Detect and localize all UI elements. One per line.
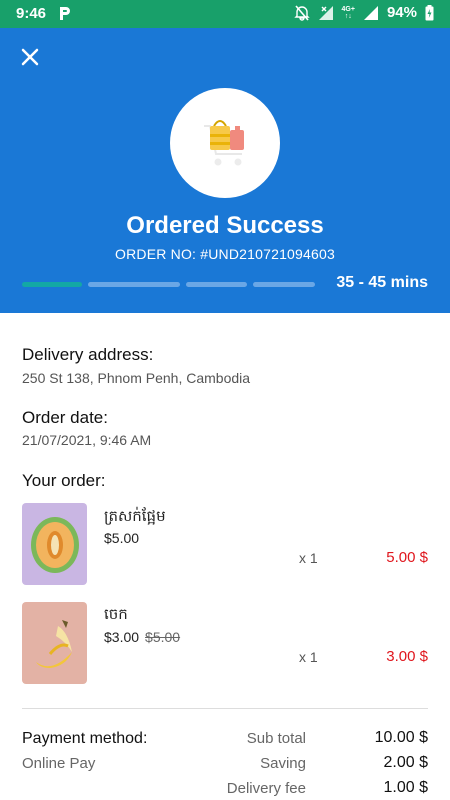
network-type: 4G+: [341, 5, 355, 13]
item-price: $3.00 $5.00: [104, 629, 180, 645]
delivery-address-label: Delivery address:: [22, 345, 154, 364]
melon-image: [22, 503, 87, 585]
progress-step-3: [186, 282, 247, 287]
banana-image: [22, 602, 87, 684]
network-arrows: ↑↓: [344, 12, 352, 20]
alarm-off-icon: [293, 4, 310, 21]
status-time: 9:46: [16, 5, 47, 22]
item-name: ត្រសក់ផ្អែម: [104, 508, 166, 525]
order-success-header: Ordered Success ORDER NO: #UND2107210946…: [0, 28, 450, 313]
order-number: ORDER NO: #UND210721094603: [115, 246, 335, 262]
item-total: 3.00 $: [386, 648, 428, 665]
subtotal-value: 10.00 $: [374, 729, 428, 746]
item-price: $5.00: [104, 530, 145, 546]
delivery-fee-label: Delivery fee: [226, 780, 306, 797]
item-total: 5.00 $: [386, 549, 428, 566]
status-bar: 9:46 4G+ ↑↓ 94%: [0, 0, 450, 28]
item-quantity: x 1: [299, 649, 318, 665]
item-current-price: $5.00: [104, 530, 140, 546]
progress-step-2: [88, 282, 180, 287]
divider: [22, 708, 428, 709]
saving-label: Saving: [260, 755, 306, 772]
item-quantity: x 1: [299, 550, 318, 566]
signal-icon-1: [318, 5, 333, 20]
success-illustration: [170, 88, 280, 198]
item-name: ចេក: [104, 606, 128, 623]
progress-step-1: [22, 282, 82, 287]
payment-method-value: Online Pay: [22, 755, 96, 772]
payment-method-label: Payment method:: [22, 730, 148, 747]
your-order-label: Your order:: [22, 471, 106, 490]
close-icon[interactable]: [18, 45, 42, 69]
delivery-progress: [22, 282, 315, 287]
delivery-eta: 35 - 45 mins: [336, 274, 428, 291]
battery-icon: [425, 4, 434, 20]
network-indicator: 4G+ ↑↓: [342, 6, 355, 20]
parking-app-icon: [60, 7, 70, 20]
item-current-price: $3.00: [104, 629, 140, 645]
order-date-label: Order date:: [22, 408, 108, 427]
subtotal-label: Sub total: [246, 730, 306, 747]
progress-step-4: [253, 282, 315, 287]
delivery-fee-value: 1.00 $: [383, 779, 428, 796]
delivery-address-value: 250 St 138, Phnom Penh, Cambodia: [22, 370, 251, 386]
shopping-basket-icon: [204, 120, 244, 166]
order-date-value: 21/07/2021, 9:46 AM: [22, 432, 152, 448]
item-old-price: $5.00: [145, 629, 181, 645]
page-title: Ordered Success: [126, 212, 324, 239]
signal-icon-2: [363, 5, 378, 20]
battery-percent: 94%: [386, 4, 417, 21]
saving-value: 2.00 $: [383, 754, 428, 771]
